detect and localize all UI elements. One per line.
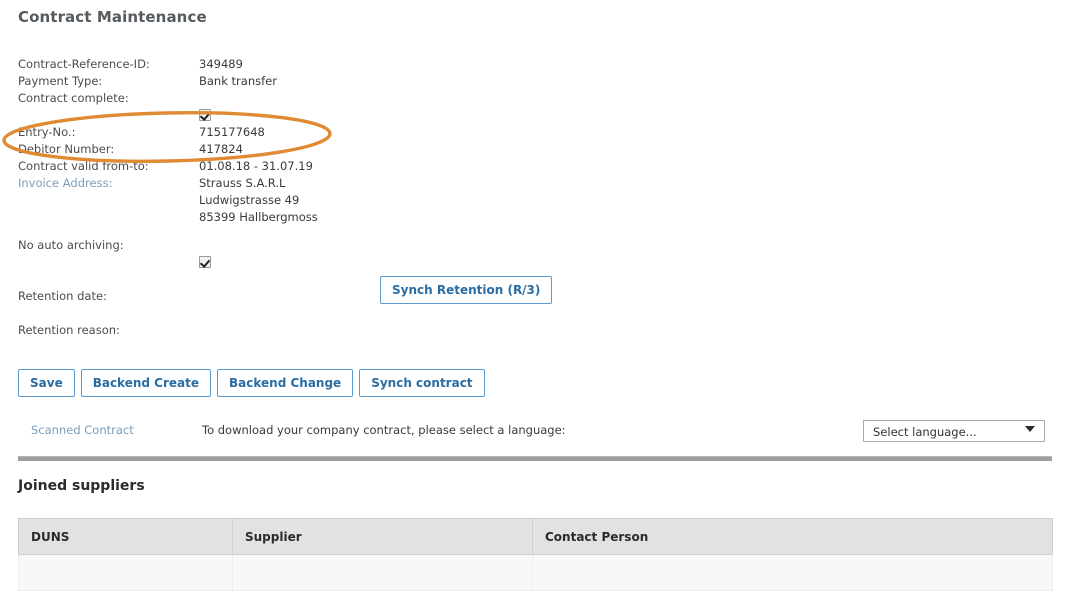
field-row-contract-valid-from-to: Contract valid from-to: 01.08.18 - 31.07… (18, 158, 538, 175)
cell-duns (18, 554, 233, 591)
contract-complete-checkbox[interactable] (199, 109, 211, 121)
field-value-invoice-address: Strauss S.A.R.L Ludwigstrasse 49 85399 H… (199, 176, 318, 224)
contract-details: Contract-Reference-ID: 349489 Payment Ty… (18, 56, 538, 271)
field-value-contract-reference-id: 349489 (199, 57, 243, 71)
field-row-payment-type: Payment Type: Bank transfer (18, 73, 538, 90)
scanned-contract-link[interactable]: Scanned Contract (31, 423, 134, 437)
cell-contact-person (532, 554, 1053, 591)
backend-create-button[interactable]: Backend Create (80, 369, 212, 397)
synch-contract-button[interactable]: Synch contract (359, 369, 485, 397)
download-contract-row: Scanned Contract To download your compan… (18, 420, 1051, 442)
synch-retention-button[interactable]: Synch Retention (R/3) (380, 276, 553, 304)
field-value-entry-no: 715177648 (199, 125, 265, 139)
backend-change-button[interactable]: Backend Change (217, 369, 354, 397)
column-header-contact-person[interactable]: Contact Person (532, 518, 1053, 555)
table-header-row: DUNS Supplier Contact Person (18, 518, 1053, 555)
field-row-contract-reference-id: Contract-Reference-ID: 349489 (18, 56, 538, 73)
field-label-no-auto-archiving: No auto archiving: (18, 238, 124, 252)
table-row[interactable] (18, 554, 1053, 591)
field-label-contract-complete: Contract complete: (18, 91, 129, 105)
page-title: Contract Maintenance (18, 8, 207, 26)
joined-suppliers-table: DUNS Supplier Contact Person (18, 518, 1053, 591)
language-select[interactable]: Select language... (863, 420, 1045, 442)
retention-reason-label: Retention reason: (18, 323, 120, 337)
column-header-supplier[interactable]: Supplier (232, 518, 533, 555)
field-row-contract-complete: Contract complete: (18, 90, 538, 124)
field-label-entry-no: Entry-No.: (18, 125, 76, 139)
contract-maintenance-page: Contract Maintenance Contract-Reference-… (0, 0, 1069, 608)
field-label-payment-type: Payment Type: (18, 74, 103, 88)
field-label-contract-valid-from-to: Contract valid from-to: (18, 159, 149, 173)
cell-supplier (232, 554, 533, 591)
no-auto-archiving-checkbox[interactable] (199, 256, 211, 268)
field-row-no-auto-archiving: No auto archiving: (18, 237, 538, 271)
column-header-duns[interactable]: DUNS (18, 518, 233, 555)
field-row-entry-no: Entry-No.: 715177648 (18, 124, 538, 141)
language-select-value: Select language... (873, 425, 977, 439)
field-value-no-auto-archiving (199, 237, 211, 271)
field-label-debitor-number: Debitor Number: (18, 142, 115, 156)
save-button[interactable]: Save (18, 369, 75, 397)
field-value-debitor-number: 417824 (199, 142, 243, 156)
chevron-down-icon (1025, 426, 1035, 432)
synch-retention-container: Synch Retention (R/3) (380, 276, 553, 304)
section-divider (18, 456, 1052, 461)
field-value-contract-valid-from-to: 01.08.18 - 31.07.19 (199, 159, 313, 173)
retention-date-label: Retention date: (18, 289, 107, 303)
action-button-bar: Save Backend Create Backend Change Synch… (18, 369, 485, 397)
field-value-contract-complete (199, 90, 211, 124)
field-label-invoice-address[interactable]: Invoice Address: (18, 175, 199, 192)
field-row-invoice-address: Invoice Address: Strauss S.A.R.L Ludwigs… (18, 175, 538, 226)
download-instruction-text: To download your company contract, pleas… (202, 423, 566, 437)
field-value-payment-type: Bank transfer (199, 74, 277, 88)
field-row-debitor-number: Debitor Number: 417824 (18, 141, 538, 158)
joined-suppliers-title: Joined suppliers (18, 478, 145, 494)
field-label-contract-reference-id: Contract-Reference-ID: (18, 57, 150, 71)
